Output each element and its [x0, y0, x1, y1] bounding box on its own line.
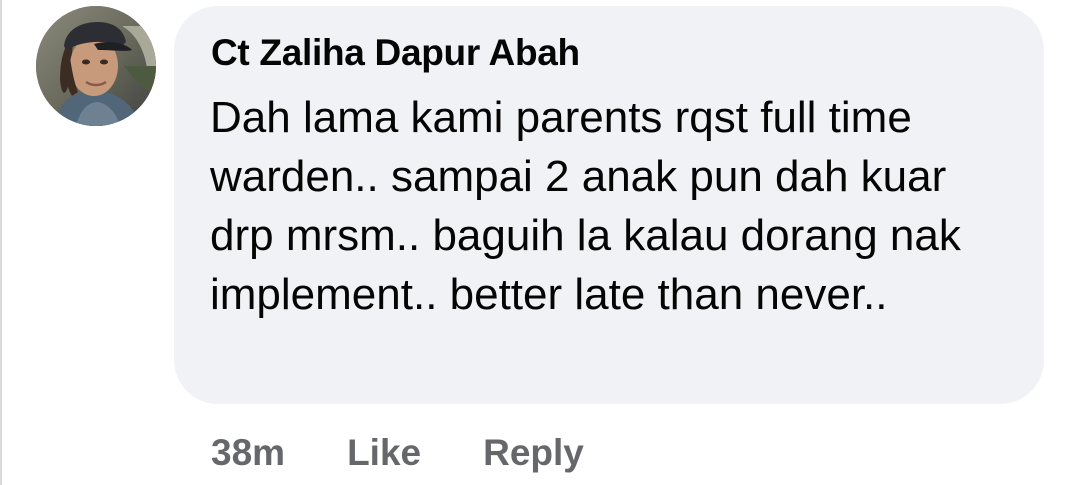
comment-timestamp[interactable]: 38m [211, 432, 285, 474]
comment-text: Dah lama kami parents rqst full time war… [210, 93, 961, 319]
avatar[interactable] [36, 6, 156, 126]
reply-button[interactable]: Reply [483, 432, 584, 474]
comment-author-name[interactable]: Ct Zaliha Dapur Abah [211, 32, 580, 74]
thread-connector-line [0, 0, 2, 485]
comment-bubble: Ct Zaliha Dapur Abah Dah lama kami paren… [174, 6, 1044, 404]
profile-photo [36, 6, 156, 126]
comment-actions: 38m Like Reply [211, 428, 584, 478]
like-button[interactable]: Like [347, 432, 421, 474]
